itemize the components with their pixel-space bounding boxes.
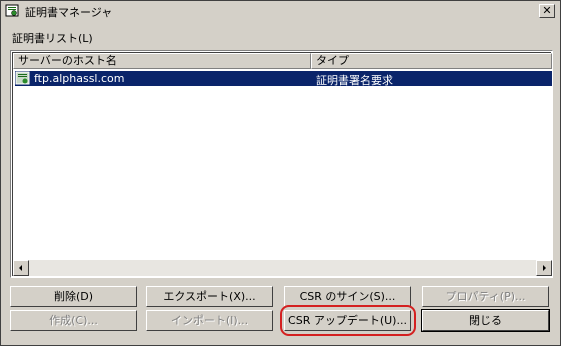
list-header: サーバーのホスト名 タイプ [13, 53, 552, 69]
certificate-icon [15, 71, 30, 85]
column-header-host[interactable]: サーバーのホスト名 [13, 53, 311, 69]
column-header-type[interactable]: タイプ [311, 53, 552, 69]
csr-sign-button[interactable]: CSR のサイン(S)... [284, 286, 411, 307]
import-button[interactable]: インポート(I)... [146, 310, 273, 331]
title-bar: 証明書マネージャ ✕ [1, 1, 560, 20]
certificate-list-label: 証明書リスト(L) [12, 32, 93, 45]
properties-button[interactable]: プロパティ(P)... [422, 286, 549, 307]
window-title: 証明書マネージャ [25, 6, 113, 19]
certificate-list[interactable]: サーバーのホスト名 タイプ ftp.alphassl.com 証明書署名要求 [10, 50, 553, 278]
row-type: 証明書署名要求 [316, 74, 393, 87]
close-button[interactable]: 閉じる [421, 309, 550, 332]
table-row[interactable]: ftp.alphassl.com 証明書署名要求 [15, 71, 552, 87]
create-button[interactable]: 作成(C)... [10, 310, 137, 331]
export-button[interactable]: エクスポート(X)... [146, 286, 273, 307]
row-host-name: ftp.alphassl.com [34, 72, 125, 85]
certificate-app-icon [5, 4, 19, 17]
arrow-right-icon [543, 265, 546, 271]
delete-button[interactable]: 削除(D) [10, 286, 137, 307]
scroll-right-button[interactable] [536, 260, 552, 276]
arrow-left-icon [19, 265, 22, 271]
close-window-button[interactable]: ✕ [539, 4, 555, 18]
horizontal-scrollbar[interactable] [13, 260, 552, 276]
highlight-annotation [280, 305, 416, 336]
certificate-manager-dialog: 証明書マネージャ ✕ 証明書リスト(L) サーバーのホスト名 タイプ ftp.a… [0, 0, 561, 346]
scroll-left-button[interactable] [13, 260, 29, 276]
